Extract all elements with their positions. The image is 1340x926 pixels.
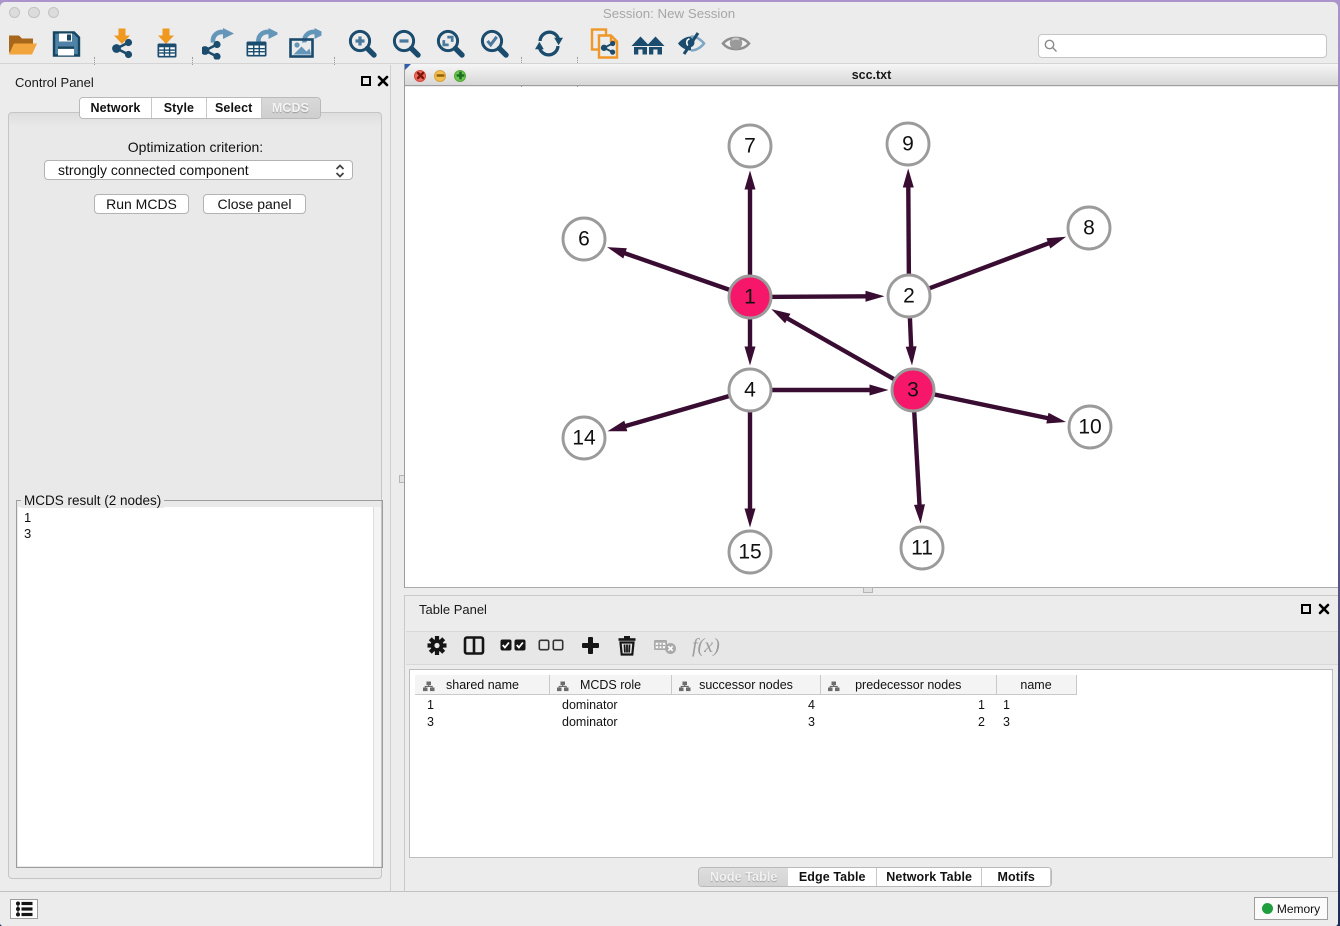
svg-text:2: 2: [903, 285, 915, 308]
svg-text:7: 7: [744, 135, 756, 158]
svg-text:4: 4: [744, 379, 756, 402]
svg-text:3: 3: [907, 379, 919, 402]
svg-text:15: 15: [738, 541, 761, 564]
svg-text:11: 11: [911, 537, 933, 560]
svg-text:14: 14: [572, 427, 596, 450]
svg-text:10: 10: [1078, 416, 1101, 439]
svg-text:8: 8: [1083, 217, 1095, 240]
svg-text:6: 6: [578, 228, 590, 251]
svg-text:9: 9: [902, 133, 914, 156]
svg-text:1: 1: [744, 286, 756, 309]
